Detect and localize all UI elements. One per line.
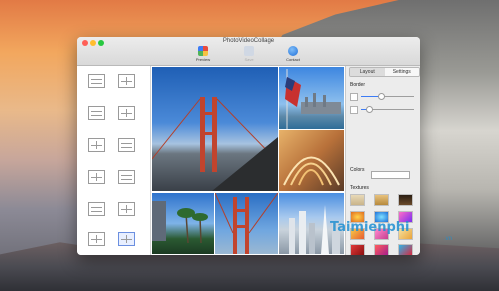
texture-swatch[interactable] [398,194,413,206]
collage-canvas[interactable] [151,66,345,255]
bridge-road-graphic [215,193,278,254]
layout-option-selected[interactable] [118,232,135,246]
watermark-domain: .vn [444,236,453,242]
palm-graphic [152,201,208,244]
save-label: Save [244,57,254,62]
tab-settings[interactable]: Settings [384,68,419,76]
border-width-icon [350,93,358,101]
layout-option[interactable] [88,170,105,184]
photo-bridge-road[interactable] [215,193,278,254]
texture-swatch[interactable] [374,244,389,255]
layout-option[interactable] [118,74,135,88]
colors-label: Colors [350,167,365,173]
flag-graphic [285,69,341,129]
arches-graphic [283,156,340,186]
layout-option[interactable] [88,202,105,216]
layout-option[interactable] [118,202,135,216]
layout-option[interactable] [88,74,105,88]
window-title: PhotoVideoCollage [222,38,275,44]
layout-option[interactable] [118,138,135,152]
layout-option[interactable] [88,106,105,120]
photo-flag-skyline[interactable] [279,67,344,129]
layout-option[interactable] [118,170,135,184]
texture-swatch[interactable] [374,194,389,206]
textures-label: Textures [350,185,369,191]
save-button[interactable]: Save [237,46,261,62]
save-icon [244,46,254,56]
texture-swatch[interactable] [350,244,365,255]
contact-label: Contact [286,57,300,62]
photo-golden-gate-tower[interactable] [152,67,278,191]
layout-list [77,66,151,255]
border-label: Border [350,82,366,88]
bridge-tower-graphic [152,97,278,191]
texture-swatch[interactable] [398,244,413,255]
panel-tabs: Layout Settings [349,67,420,77]
layout-option[interactable] [88,232,105,246]
contact-icon [288,46,298,56]
border-slider-knob[interactable] [378,93,385,100]
spacing-slider-knob[interactable] [366,106,373,113]
tab-layout[interactable]: Layout [350,68,385,76]
preview-icon [198,46,208,56]
titlebar: PhotoVideoCollage Preview Save Contact [77,37,420,66]
layout-option[interactable] [88,138,105,152]
color-well[interactable] [371,171,410,179]
preview-label: Preview [195,57,211,62]
photo-palm-trees[interactable] [152,193,214,254]
spacing-icon [350,106,358,114]
watermark-logo: Taimienphi [330,220,410,235]
photo-interior-arches[interactable] [279,130,344,191]
contact-button[interactable]: Contact [281,46,305,62]
preview-button[interactable]: Preview [191,46,215,62]
texture-swatch[interactable] [350,194,365,206]
layout-option[interactable] [118,106,135,120]
